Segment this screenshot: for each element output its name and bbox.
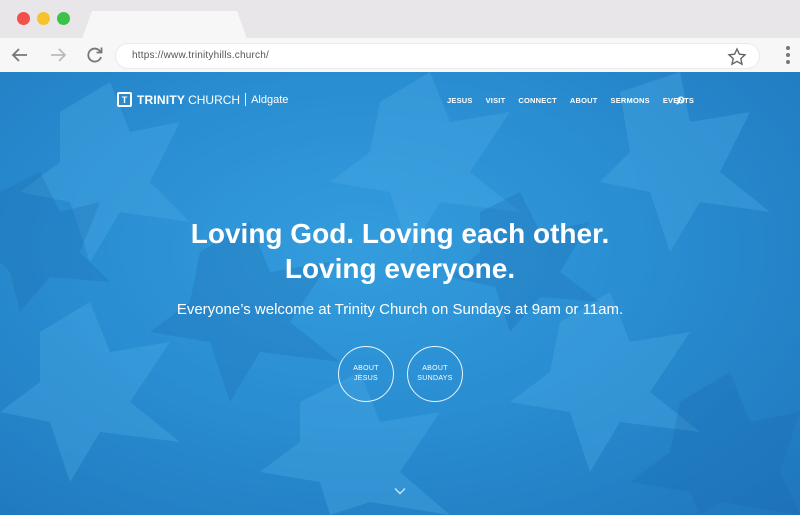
- close-window-button[interactable]: [17, 12, 30, 25]
- logo-location: Aldgate: [251, 93, 289, 106]
- nav-item-about[interactable]: ABOUT: [570, 96, 598, 105]
- nav-item-jesus[interactable]: JESUS: [447, 96, 473, 105]
- browser-toolbar: https://www.trinityhills.church/: [0, 38, 800, 72]
- bookmark-star-icon[interactable]: [727, 47, 747, 67]
- nav-item-sermons[interactable]: SERMONS: [611, 96, 650, 105]
- reload-icon[interactable]: [83, 44, 107, 66]
- browser-tab[interactable]: [82, 11, 247, 39]
- about-sundays-button[interactable]: ABOUT SUNDAYS: [407, 346, 463, 402]
- hero-subline: Everyone’s welcome at Trinity Church on …: [176, 301, 624, 318]
- search-icon[interactable]: [676, 96, 685, 105]
- main-nav: JESUS VISIT CONNECT ABOUT SERMONS EVENTS: [447, 96, 707, 105]
- address-bar[interactable]: https://www.trinityhills.church/: [115, 43, 760, 69]
- minimize-window-button[interactable]: [37, 12, 50, 25]
- scroll-down-chevron-icon[interactable]: [394, 487, 406, 495]
- logo-mark-icon: T: [117, 92, 132, 107]
- browser-menu-icon[interactable]: [784, 46, 792, 66]
- hero-section: T TRINITY CHURCH Aldgate JESUS VISIT CON…: [0, 72, 800, 515]
- logo-divider: [245, 93, 247, 106]
- nav-item-connect[interactable]: CONNECT: [518, 96, 556, 105]
- maximize-window-button[interactable]: [57, 12, 70, 25]
- url-text: https://www.trinityhills.church/: [132, 50, 269, 61]
- site-logo[interactable]: T TRINITY CHURCH Aldgate: [117, 92, 288, 107]
- hero-headline: Loving God. Loving each other. Loving ev…: [0, 216, 800, 286]
- logo-name-light: CHURCH: [188, 92, 241, 107]
- logo-name-bold: TRINITY: [137, 92, 186, 107]
- forward-arrow-icon[interactable]: [46, 44, 70, 66]
- hero-headline-line1: Loving God. Loving each other.: [190, 218, 610, 249]
- browser-titlebar: [0, 0, 800, 39]
- nav-item-visit[interactable]: VISIT: [486, 96, 506, 105]
- back-arrow-icon[interactable]: [8, 44, 32, 66]
- hero-headline-line2: Loving everyone.: [284, 253, 516, 284]
- about-jesus-button[interactable]: ABOUT JESUS: [338, 346, 394, 402]
